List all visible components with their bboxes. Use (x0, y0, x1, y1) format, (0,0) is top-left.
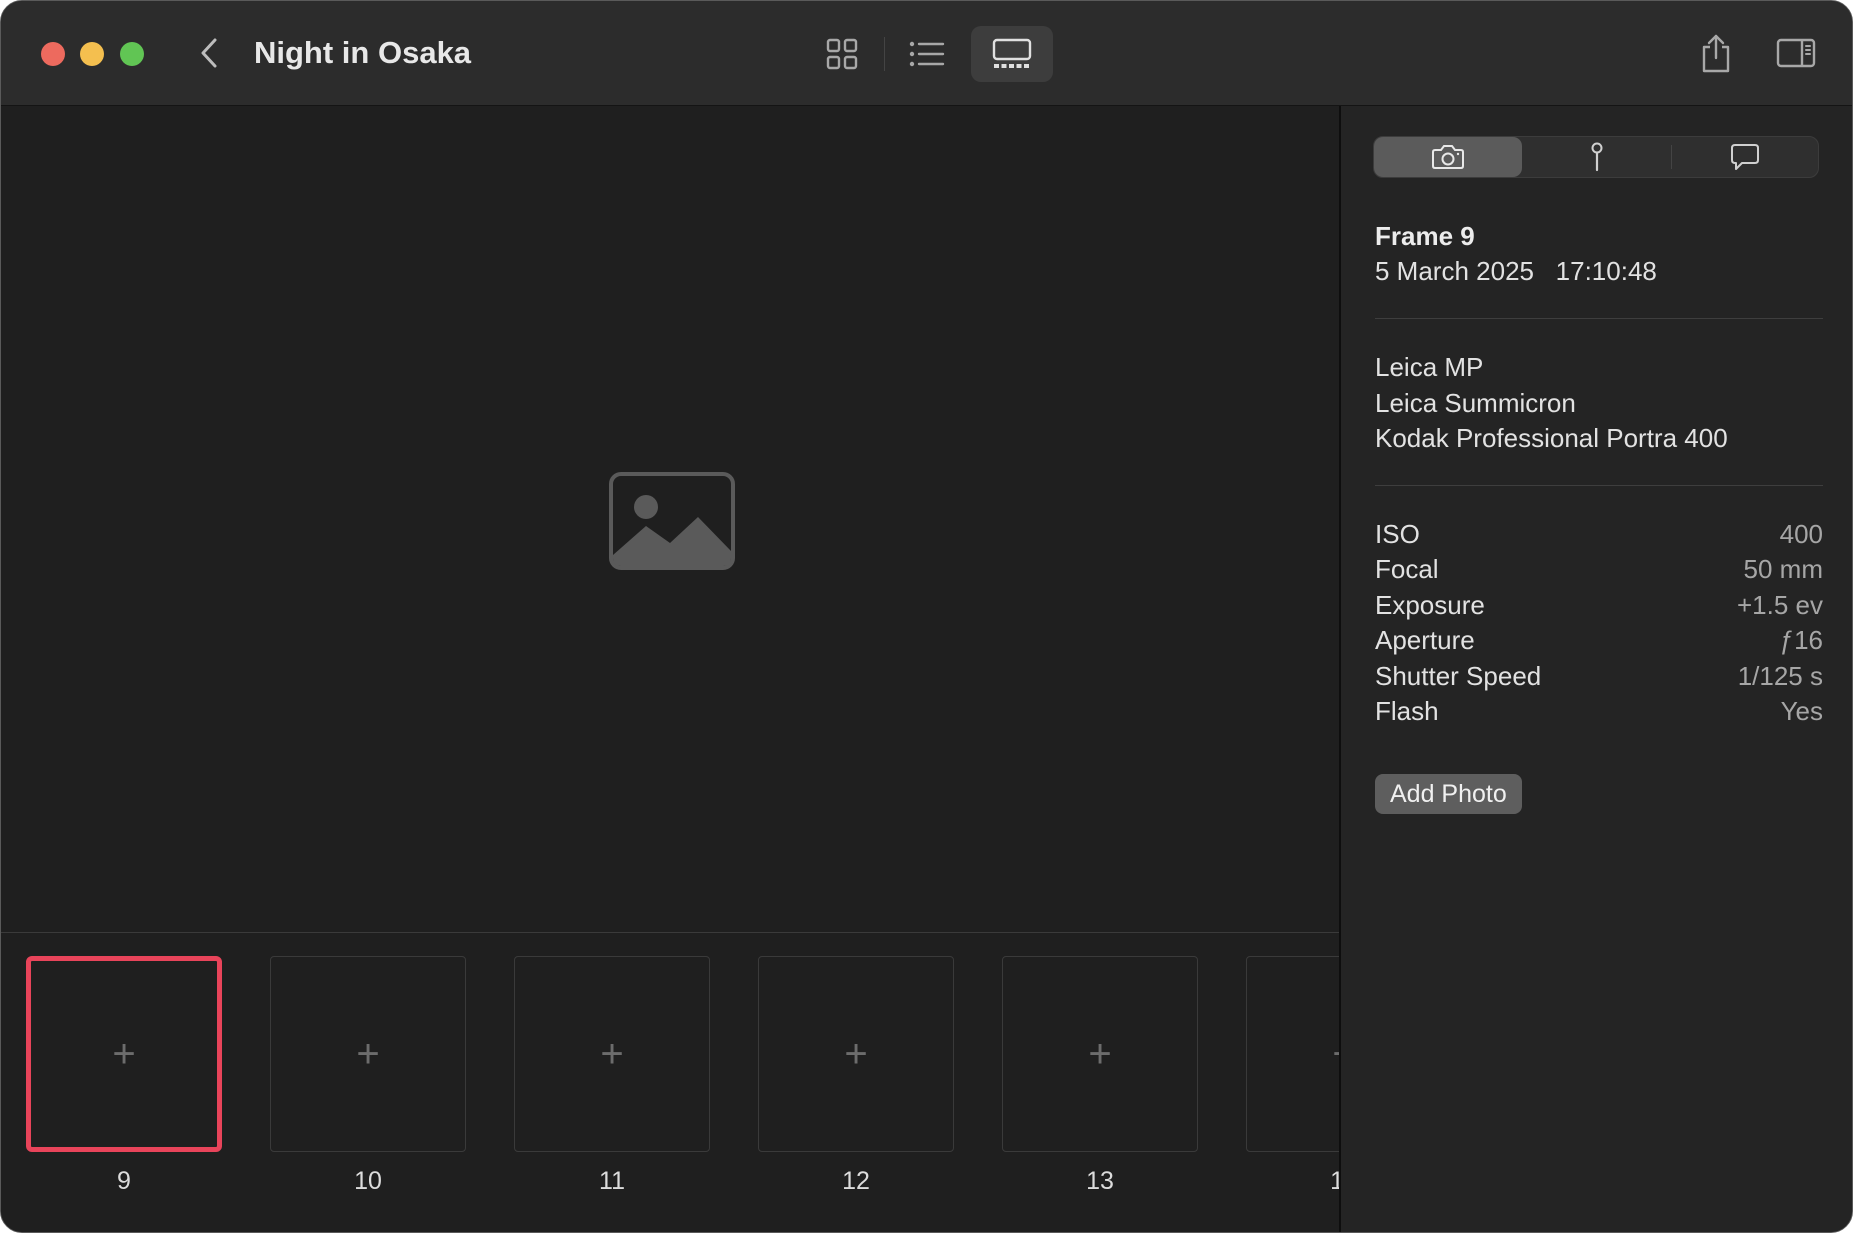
stat-shutter-speed: Shutter Speed 1/125 s (1375, 659, 1823, 693)
frame-number: 10 (354, 1167, 382, 1195)
divider (1375, 485, 1823, 486)
inspector-tabs (1373, 136, 1819, 178)
toolbar-separator (884, 37, 885, 71)
film-name: Kodak Professional Portra 400 (1375, 423, 1728, 453)
stat-flash: Flash Yes (1375, 694, 1823, 728)
tab-comments[interactable] (1671, 137, 1819, 177)
lens-name: Leica Summicron (1375, 388, 1576, 418)
list-view-button[interactable] (886, 26, 968, 82)
stat-value: 1/125 s (1737, 661, 1823, 691)
photo-viewer (1, 106, 1339, 932)
share-button[interactable] (1693, 27, 1739, 79)
stat-label: Focal (1375, 554, 1439, 584)
add-photo-button[interactable]: Add Photo (1375, 774, 1522, 814)
filmstrip: + 9 + 10 + 11 + 12 + 13 + 14 (1, 932, 1339, 1232)
tab-location[interactable] (1523, 137, 1671, 177)
stat-exposure: Exposure +1.5 ev (1375, 588, 1823, 622)
grid-icon (826, 38, 858, 70)
close-window-button[interactable] (41, 42, 65, 66)
list-icon (909, 41, 945, 67)
frame-slot-13[interactable]: + (1002, 956, 1198, 1152)
add-icon: + (600, 1032, 624, 1076)
inspector-panel: Frame 9 5 March 2025 17:10:48 Leica MP L… (1339, 106, 1852, 1232)
frame-number: 14 (1246, 1167, 1339, 1196)
frame-slot-9[interactable]: + (26, 956, 222, 1152)
stat-value: Yes (1780, 696, 1823, 726)
comment-icon (1731, 144, 1759, 170)
gallery-view-button[interactable] (971, 26, 1053, 82)
gallery-icon (992, 38, 1032, 68)
stat-label: Flash (1375, 696, 1439, 726)
frame-slot-12[interactable]: + (758, 956, 954, 1152)
minimize-window-button[interactable] (80, 42, 104, 66)
location-pin-icon (1591, 142, 1603, 172)
add-icon: + (844, 1032, 868, 1076)
stat-value: 50 mm (1743, 554, 1823, 584)
frame-title: Frame 9 (1375, 221, 1475, 251)
frame-date: 5 March 2025 17:10:48 (1375, 256, 1657, 286)
add-icon: + (356, 1032, 380, 1076)
share-icon (1702, 34, 1730, 73)
tab-camera[interactable] (1374, 137, 1522, 177)
frame-number: 11 (599, 1167, 625, 1195)
frame-slot-14[interactable]: + (1246, 956, 1339, 1152)
zoom-window-button[interactable] (120, 42, 144, 66)
frame-number: 13 (1086, 1167, 1114, 1195)
frame-slot-10[interactable]: + (270, 956, 466, 1152)
chevron-left-icon (201, 38, 217, 68)
add-icon: + (1332, 1034, 1339, 1074)
grid-view-button[interactable] (801, 26, 883, 82)
divider (1375, 318, 1823, 319)
window-title: Night in Osaka (254, 35, 472, 70)
stat-aperture: Aperture ƒ16 (1375, 623, 1823, 657)
frame-number: 12 (842, 1167, 870, 1195)
camera-icon (1432, 145, 1464, 169)
stat-label: Shutter Speed (1375, 661, 1542, 691)
stat-focal: Focal 50 mm (1375, 552, 1823, 586)
title-bar: Night in Osaka (1, 1, 1852, 106)
stat-label: Aperture (1375, 625, 1475, 655)
stat-iso: ISO 400 (1375, 517, 1823, 551)
back-button[interactable] (191, 31, 227, 75)
frame-slot-11[interactable]: + (514, 956, 710, 1152)
add-icon: + (1088, 1032, 1112, 1076)
camera-name: Leica MP (1375, 352, 1484, 382)
app-window: Night in Osaka + 9 + 10 + 11 + 12 + 13 F… (0, 0, 1853, 1233)
stat-label: Exposure (1375, 590, 1485, 620)
sidebar-toggle-button[interactable] (1773, 31, 1819, 75)
stat-value: +1.5 ev (1736, 590, 1823, 620)
sidebar-toggle-icon (1776, 38, 1816, 68)
photo-placeholder-icon (609, 472, 735, 570)
stat-label: ISO (1375, 519, 1420, 549)
frame-number: 9 (117, 1167, 131, 1195)
add-icon: + (112, 1032, 136, 1076)
stat-value: ƒ16 (1779, 625, 1823, 655)
stat-value: 400 (1779, 519, 1823, 549)
